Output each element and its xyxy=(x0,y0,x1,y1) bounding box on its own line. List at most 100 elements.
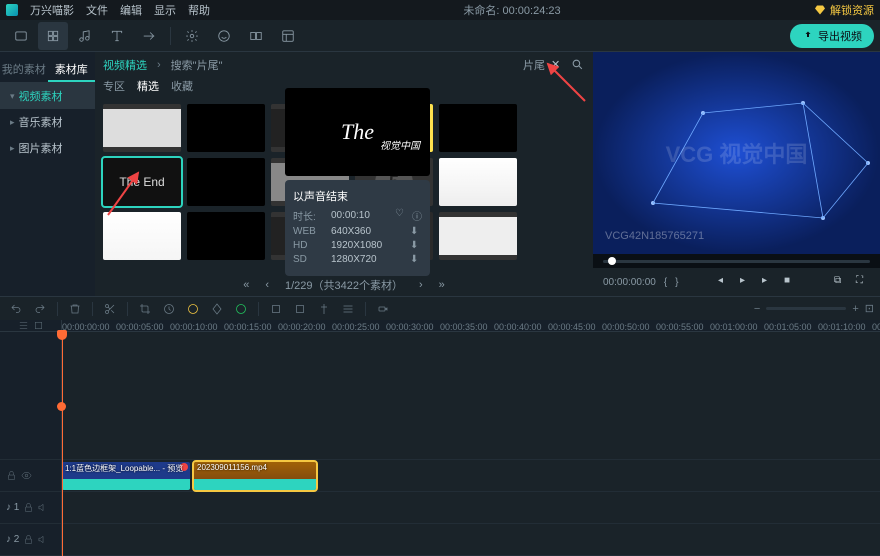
tab-effects-button[interactable] xyxy=(177,22,207,50)
menu-edit[interactable]: 编辑 xyxy=(120,2,142,18)
next-frame-icon[interactable]: ▸ xyxy=(762,275,776,289)
popup-duration-label: 时长: xyxy=(293,208,323,223)
breadcrumb-main[interactable]: 视频精选 xyxy=(103,57,147,73)
tab-stickers-button[interactable] xyxy=(209,22,239,50)
eye-icon[interactable] xyxy=(21,470,32,481)
clear-search-icon[interactable]: ✕ xyxy=(551,58,565,72)
timeline-ruler[interactable]: 00:00:00:0000:00:05:0000:00:10:0000:00:1… xyxy=(0,320,880,332)
color-icon[interactable] xyxy=(183,300,203,318)
split-icon[interactable] xyxy=(100,300,120,318)
redo-icon[interactable] xyxy=(30,300,50,318)
mark-out-icon[interactable] xyxy=(290,300,310,318)
sidebar-cat-music[interactable]: ▸音乐素材 xyxy=(0,109,95,135)
thumbnail[interactable] xyxy=(187,104,265,152)
thumbnail-selected[interactable]: The End xyxy=(103,158,181,206)
undo-icon[interactable] xyxy=(6,300,26,318)
export-button[interactable]: 导出视频 xyxy=(790,24,874,48)
ruler-tick: 00:00:20:00 xyxy=(278,322,326,331)
ruler-tool-icon[interactable] xyxy=(33,320,44,331)
speed-icon[interactable] xyxy=(159,300,179,318)
lock-icon[interactable] xyxy=(23,502,34,513)
record-icon[interactable] xyxy=(373,300,393,318)
sidebar-tab-my[interactable]: 我的素材 xyxy=(0,58,48,82)
fullscreen-icon[interactable]: ⛶ xyxy=(856,275,870,289)
download-web-icon[interactable]: ⬇ xyxy=(410,226,422,237)
thumbnail[interactable] xyxy=(103,212,181,260)
menu-view[interactable]: 显示 xyxy=(154,2,176,18)
download-sd-icon[interactable]: ⬇ xyxy=(410,254,422,265)
thumbnail[interactable] xyxy=(439,104,517,152)
subtab-zone[interactable]: 专区 xyxy=(103,78,125,94)
thumbnail[interactable] xyxy=(187,158,265,206)
page-prev-icon[interactable]: ‹ xyxy=(265,279,269,291)
track-menu-icon[interactable] xyxy=(338,300,358,318)
info-icon[interactable]: ⓘ xyxy=(412,208,422,223)
sidebar-cat-video[interactable]: ▾视频素材 xyxy=(0,83,95,109)
snapshot-icon[interactable]: ⧉ xyxy=(834,275,848,289)
tab-text-button[interactable] xyxy=(102,22,132,50)
page-indicator: 1/229（共3422个素材） xyxy=(285,277,403,293)
tab-my-media-button[interactable] xyxy=(6,22,36,50)
zoom-fit-icon[interactable]: ⊡ xyxy=(865,302,874,315)
tab-transition-button[interactable] xyxy=(134,22,164,50)
sidebar-tab-stock[interactable]: 素材库 xyxy=(48,58,96,82)
keyframe-icon[interactable] xyxy=(207,300,227,318)
marker-icon[interactable] xyxy=(314,300,334,318)
track-empty[interactable] xyxy=(62,332,880,460)
mute-icon[interactable] xyxy=(38,502,49,513)
ruler-controls xyxy=(0,320,62,331)
preview-viewport[interactable]: VCG 视觉中国 VCG42N185765271 xyxy=(593,52,880,254)
zoom-slider[interactable] xyxy=(766,307,846,310)
zoom-in-icon[interactable]: + xyxy=(852,303,858,315)
search-input[interactable]: 片尾 xyxy=(523,57,545,73)
download-hd-icon[interactable]: ⬇ xyxy=(410,240,422,251)
lock-icon[interactable] xyxy=(23,534,34,545)
track-audio1[interactable] xyxy=(62,492,880,524)
tab-split-button[interactable] xyxy=(241,22,271,50)
track-header-audio1[interactable]: ♪ 1 xyxy=(0,492,61,524)
heart-icon[interactable]: ♡ xyxy=(395,208,404,223)
thumbnail[interactable] xyxy=(439,158,517,206)
page-next-icon[interactable]: › xyxy=(419,279,423,291)
tracks[interactable]: 1:1蓝色边框架_Loopable... - 预览 202309011156.m… xyxy=(62,332,880,556)
zoom-out-icon[interactable]: − xyxy=(754,303,760,315)
unlock-resources-button[interactable]: 解锁资源 xyxy=(814,2,874,18)
subtab-featured[interactable]: 精选 xyxy=(137,78,159,94)
track-audio2[interactable] xyxy=(62,524,880,556)
scrubber-knob[interactable] xyxy=(608,257,616,265)
thumbnail[interactable] xyxy=(439,212,517,260)
tab-stock-button[interactable] xyxy=(38,22,68,50)
video-clip-2[interactable]: 202309011156.mp4 xyxy=(194,462,316,490)
tab-audio-button[interactable] xyxy=(70,22,100,50)
track-header-video[interactable] xyxy=(0,460,61,492)
menu-help[interactable]: 帮助 xyxy=(188,2,210,18)
stop-icon[interactable]: ■ xyxy=(784,275,798,289)
green-screen-icon[interactable] xyxy=(231,300,251,318)
track-header-audio2[interactable]: ♪ 2 xyxy=(0,524,61,556)
page-first-icon[interactable]: « xyxy=(243,279,249,291)
mute-icon[interactable] xyxy=(38,534,49,545)
range-in-icon[interactable]: { xyxy=(664,277,667,288)
video-clip-1[interactable]: 1:1蓝色边框架_Loopable... - 预览 xyxy=(62,462,190,490)
preview-panel: VCG 视觉中国 VCG42N185765271 00:00:00:00 { }… xyxy=(593,52,880,296)
subtab-fav[interactable]: 收藏 xyxy=(171,78,193,94)
menu-file[interactable]: 文件 xyxy=(86,2,108,18)
ruler-collapse-icon[interactable] xyxy=(18,320,29,331)
lock-icon[interactable] xyxy=(6,470,17,481)
thumbnail[interactable] xyxy=(103,104,181,152)
page-last-icon[interactable]: » xyxy=(439,279,445,291)
mark-in-icon[interactable] xyxy=(266,300,286,318)
thumbnail[interactable] xyxy=(187,212,265,260)
crop-icon[interactable] xyxy=(135,300,155,318)
ruler-ticks[interactable]: 00:00:00:0000:00:05:0000:00:10:0000:00:1… xyxy=(62,320,880,331)
delete-icon[interactable] xyxy=(65,300,85,318)
search-icon[interactable] xyxy=(571,58,585,72)
sidebar-cat-image[interactable]: ▸图片素材 xyxy=(0,135,95,161)
preview-scrubber[interactable] xyxy=(593,254,880,268)
track-video[interactable]: 1:1蓝色边框架_Loopable... - 预览 202309011156.m… xyxy=(62,460,880,492)
play-icon[interactable]: ▸ xyxy=(740,275,754,289)
playhead[interactable] xyxy=(62,332,63,556)
range-out-icon[interactable]: } xyxy=(675,277,678,288)
tab-templates-button[interactable] xyxy=(273,22,303,50)
prev-frame-icon[interactable]: ◂ xyxy=(718,275,732,289)
